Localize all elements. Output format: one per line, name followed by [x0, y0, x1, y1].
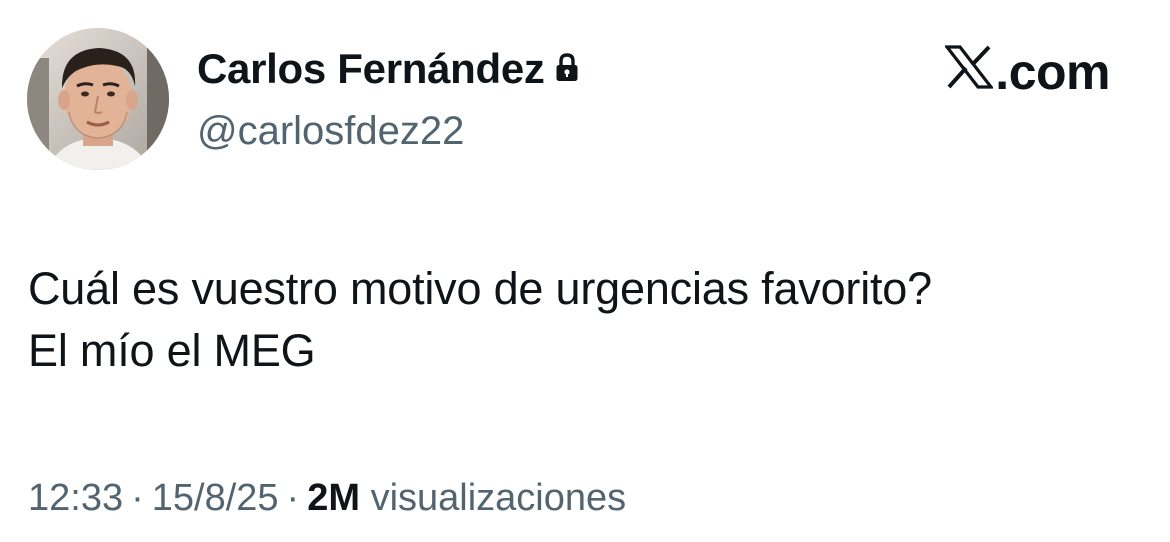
tweet-text: Cuál es vuestro motivo de urgencias favo…	[28, 258, 1148, 382]
meta-separator: ·	[131, 477, 144, 519]
x-logo-icon	[944, 43, 995, 101]
brand-domain: .com	[995, 44, 1110, 100]
tweet-text-line: El mío el MEG	[28, 325, 316, 376]
tweet-text-line: Cuál es vuestro motivo de urgencias favo…	[28, 263, 932, 314]
avatar-image	[27, 28, 169, 170]
views-label: visualizaciones	[370, 477, 627, 519]
tweet-meta: 12:33 · 15/8/25 · 2M visualizaciones	[28, 473, 626, 523]
brand-logo: .com	[944, 43, 1110, 101]
tweet-card: Carlos Fernández @carlosfdez22 .com Cuál…	[0, 0, 1170, 542]
author-name-text[interactable]: Carlos Fernández	[197, 45, 545, 92]
author-handle[interactable]: @carlosfdez22	[197, 108, 464, 154]
lock-icon	[555, 44, 579, 94]
tweet-date[interactable]: 15/8/25	[152, 477, 279, 519]
author-name[interactable]: Carlos Fernández	[197, 44, 579, 94]
views-count[interactable]: 2M	[307, 477, 360, 519]
tweet-time[interactable]: 12:33	[28, 477, 123, 519]
meta-separator: ·	[286, 477, 300, 519]
avatar[interactable]	[27, 28, 169, 170]
